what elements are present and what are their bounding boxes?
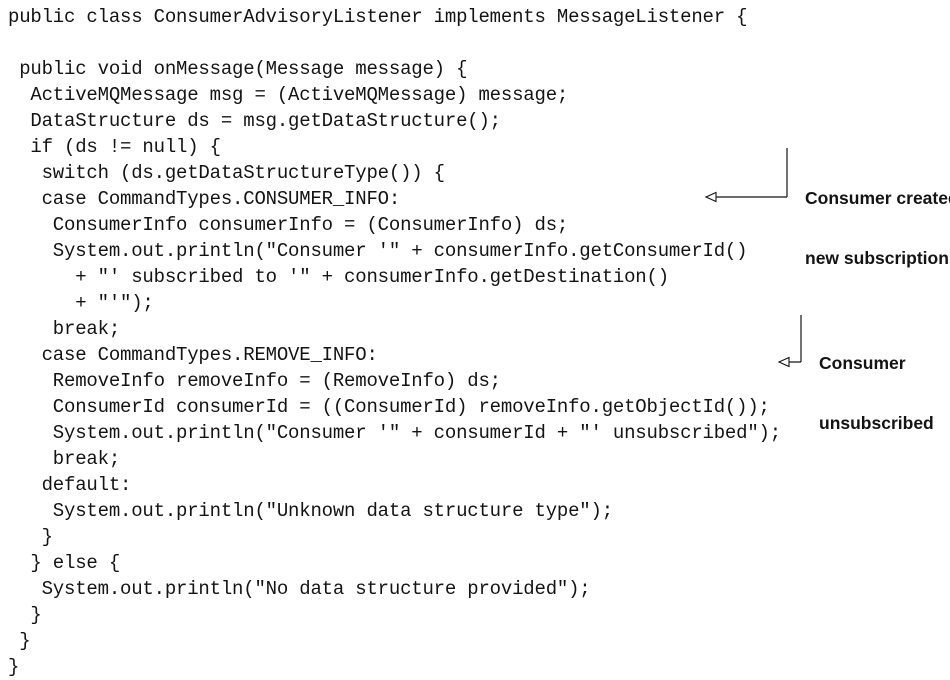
callout-consumer-unsubscribed: Consumer unsubscribed [819,313,934,453]
callout-marker-consumer-unsubscribed [777,315,802,368]
callout-consumer-unsubscribed-line1: Consumer [819,353,906,373]
callout-consumer-unsubscribed-line2: unsubscribed [819,413,934,433]
